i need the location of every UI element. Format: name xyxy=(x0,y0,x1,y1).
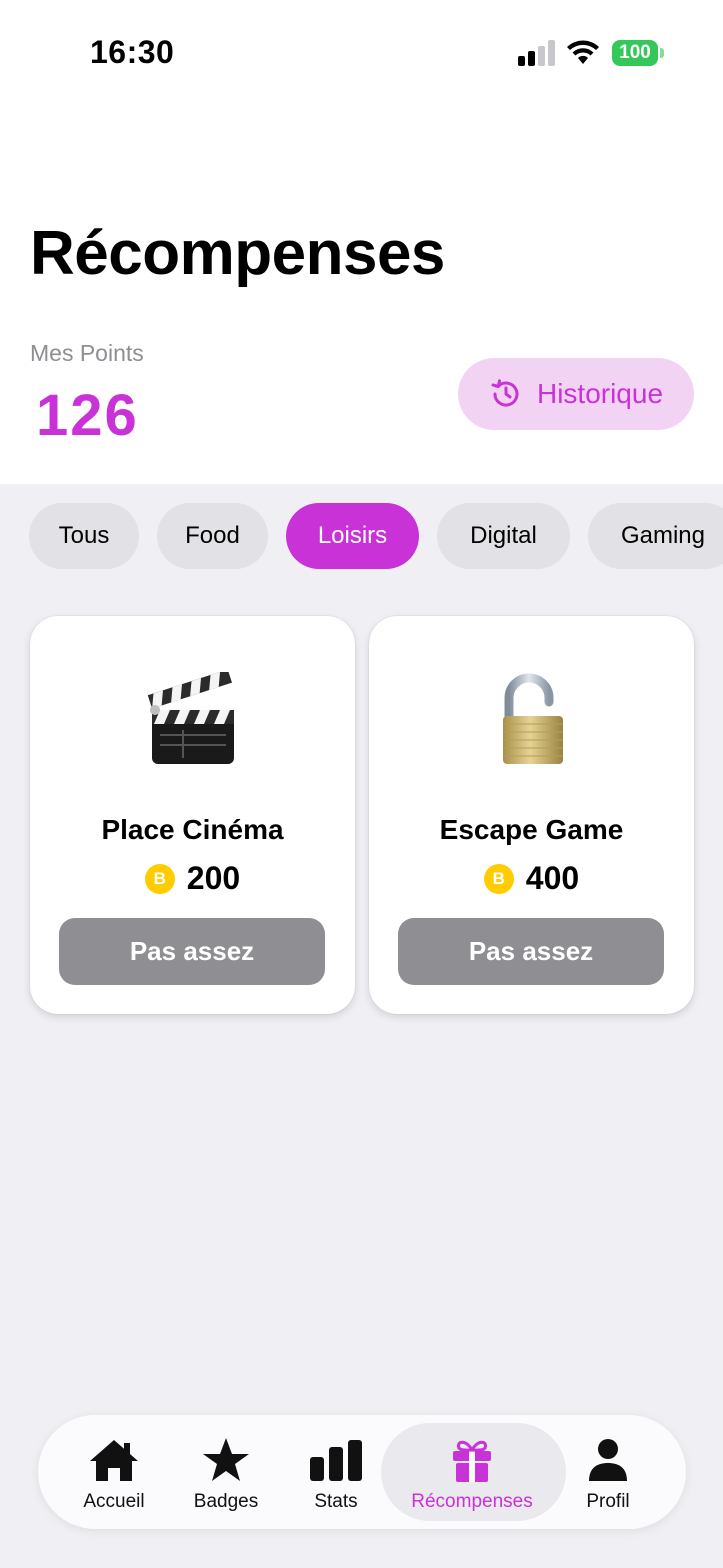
battery-tip xyxy=(660,48,664,58)
house-icon xyxy=(90,1440,138,1481)
filter-chip-tous[interactable]: Tous xyxy=(29,503,139,569)
history-icon xyxy=(491,379,519,407)
redeem-button[interactable]: Pas assez xyxy=(398,918,664,985)
category-filters: Tous Food Loisirs Digital Gaming xyxy=(0,503,723,569)
price-value: 200 xyxy=(186,860,241,896)
redeem-button[interactable]: Pas assez xyxy=(59,918,325,985)
filter-chip-label: Loisirs xyxy=(317,522,388,549)
status-bar: 16:30 100 xyxy=(0,0,723,110)
star-icon xyxy=(203,1438,249,1481)
filter-chip-digital[interactable]: Digital xyxy=(437,503,570,569)
filter-chip-label: Digital xyxy=(470,522,537,549)
tab-bar: Accueil Badges Stats Récompenses Profil xyxy=(38,1415,686,1529)
header: 16:30 100 Récompenses Mes Points 126 His… xyxy=(0,0,723,484)
tab-label: Récompenses xyxy=(411,1491,533,1512)
tab-label: Badges xyxy=(193,1491,259,1512)
reward-price: B 200 xyxy=(30,860,355,897)
clapperboard-icon xyxy=(147,672,234,764)
cellular-signal-icon xyxy=(518,40,556,66)
reward-card[interactable]: Escape Game B 400 Pas assez xyxy=(369,616,694,1014)
tab-recompenses[interactable]: Récompenses xyxy=(394,1415,550,1529)
filter-chip-label: Gaming xyxy=(620,522,706,549)
price-value: 400 xyxy=(525,860,580,896)
history-button[interactable]: Historique xyxy=(458,358,694,430)
points-value: 126 xyxy=(36,383,139,448)
reward-price: B 400 xyxy=(369,860,694,897)
person-icon xyxy=(589,1439,627,1481)
unlocked-padlock-icon xyxy=(503,673,563,764)
filter-chip-label: Food xyxy=(185,522,240,549)
battery-level: 100 xyxy=(619,42,651,63)
reward-title: Place Cinéma xyxy=(101,814,284,845)
page-title: Récompenses xyxy=(30,219,445,288)
coin-icon: B xyxy=(144,863,175,894)
coin-icon: B xyxy=(483,863,514,894)
tab-profil[interactable]: Profil xyxy=(570,1415,646,1529)
points-label: Mes Points xyxy=(30,340,144,366)
reward-card[interactable]: Place Cinéma B 200 Pas assez xyxy=(30,616,355,1014)
tab-label: Stats xyxy=(314,1491,358,1512)
reward-title: Escape Game xyxy=(439,814,624,845)
filter-chip-label: Tous xyxy=(58,522,110,549)
bar-chart-icon xyxy=(310,1440,362,1481)
tab-label: Accueil xyxy=(83,1491,145,1512)
battery-indicator: 100 xyxy=(612,40,658,66)
filter-chip-food[interactable]: Food xyxy=(157,503,268,569)
filter-chip-gaming[interactable]: Gaming xyxy=(588,503,723,569)
wifi-icon xyxy=(567,40,599,64)
tab-label: Profil xyxy=(586,1491,630,1512)
tab-badges[interactable]: Badges xyxy=(180,1415,272,1529)
history-label: Historique xyxy=(536,378,664,409)
tab-accueil[interactable]: Accueil xyxy=(68,1415,160,1529)
redeem-button-label: Pas assez xyxy=(129,936,255,966)
tab-stats[interactable]: Stats xyxy=(292,1415,380,1529)
redeem-button-label: Pas assez xyxy=(468,936,594,966)
status-time: 16:30 xyxy=(90,34,175,70)
gift-icon xyxy=(453,1440,491,1482)
filter-chip-loisirs[interactable]: Loisirs xyxy=(286,503,419,569)
